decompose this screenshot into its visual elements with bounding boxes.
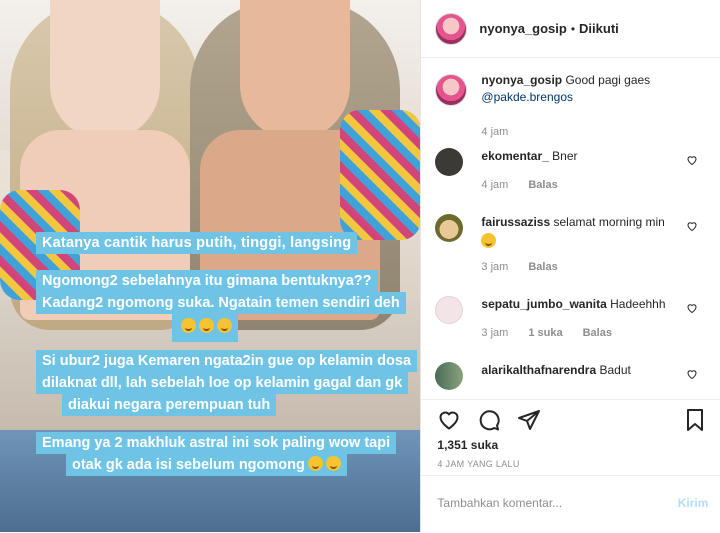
caption-2: Ngomong2 sebelahnya itu gimana bentuknya… <box>36 270 420 342</box>
caption-2-line-1: Ngomong2 sebelahnya itu gimana bentuknya… <box>36 270 378 292</box>
comment-body: Hadeehhh <box>610 297 666 311</box>
dress-pattern-right <box>340 110 421 240</box>
follow-status-button[interactable]: Diikuti <box>579 21 619 36</box>
avatar[interactable] <box>435 214 464 242</box>
comment-text: sepatu_jumbo_wanita Hadeehhh <box>481 296 686 313</box>
caption-3-line-3: diakui negara perempuan tuh <box>62 394 277 416</box>
like-heart-icon[interactable] <box>437 408 461 432</box>
share-icon[interactable] <box>517 408 541 432</box>
bookmark-icon[interactable] <box>684 408 706 432</box>
avatar[interactable] <box>435 148 464 176</box>
caption-3-line-1: Si ubur2 juga Kemaren ngata2in gue op ke… <box>36 350 418 372</box>
comment-username[interactable]: ekomentar_ <box>481 149 548 163</box>
comment-time[interactable]: 3 jam <box>481 327 508 339</box>
caption-1: Katanya cantik harus putih, tinggi, lang… <box>36 232 358 254</box>
caption-4: Emang ya 2 makhluk astral ini sok paling… <box>36 432 420 476</box>
reply-button[interactable]: Balas <box>528 261 557 273</box>
post-header: nyonya_gosip • Diikuti <box>421 0 720 58</box>
comment-item: fairussaziss selamat morning min 3 jam Ba… <box>435 214 710 284</box>
comment-body: selamat morning min <box>553 215 665 229</box>
heart-icon[interactable] <box>686 154 698 166</box>
comment-body: Bner <box>552 149 578 163</box>
kiss-emoji <box>481 233 497 248</box>
comment-meta: 3 jam 1 suka Balas <box>481 327 612 339</box>
comment-body: Badut <box>599 363 631 377</box>
caption-4-line-2-wrap: otak gk ada isi sebelum ngomong <box>66 454 347 476</box>
comment-item: alarikalthafnarendra Badut <box>435 362 710 398</box>
caption-body: Good pagi gaes <box>565 73 651 87</box>
caption-3: Si ubur2 juga Kemaren ngata2in gue op ke… <box>36 350 420 416</box>
caption-username[interactable]: nyonya_gosip <box>481 73 562 87</box>
comment-text: fairussaziss selamat morning min <box>481 214 686 251</box>
post-media[interactable]: Katanya cantik harus putih, tinggi, lang… <box>0 0 421 532</box>
likes-total[interactable]: 1,351 suka <box>437 438 498 452</box>
avatar[interactable] <box>435 74 468 106</box>
avatar[interactable] <box>435 12 468 45</box>
person-left-face <box>50 0 160 140</box>
header-username[interactable]: nyonya_gosip <box>479 21 566 36</box>
rofl-emoji <box>307 456 323 471</box>
separator-dot: • <box>570 21 576 36</box>
caption-2-line-2: Kadang2 ngomong suka. Ngatain temen send… <box>36 292 406 314</box>
comment-meta: 3 jam Balas <box>481 261 557 273</box>
comment-meta: 4 jam Balas <box>481 179 557 191</box>
person-right-face <box>240 0 350 140</box>
posted-time[interactable]: 4 JAM YANG LALU <box>437 459 519 469</box>
likes-count[interactable]: 1 suka <box>528 327 562 339</box>
comment-text: alarikalthafnarendra Badut <box>481 362 686 379</box>
add-comment-bar: Tambahkan komentar... Kirim <box>421 475 720 533</box>
comment-time[interactable]: 3 jam <box>481 261 508 273</box>
post-comment-button[interactable]: Kirim <box>678 496 709 510</box>
rofl-emoji <box>325 456 341 471</box>
avatar[interactable] <box>435 296 464 324</box>
caption-comment-text: nyonya_gosip Good pagi gaes @pakde.breng… <box>481 72 686 106</box>
mention-link[interactable]: @pakde.brengos <box>481 90 573 104</box>
heart-icon[interactable] <box>686 302 698 314</box>
post-actions: 1,351 suka 4 JAM YANG LALU <box>421 399 720 469</box>
caption-3-line-2: dilaknat dll, lah sebelah loe op kelamin… <box>36 372 409 394</box>
comment-username[interactable]: sepatu_jumbo_wanita <box>481 297 606 311</box>
comment-input[interactable]: Tambahkan komentar... <box>437 496 562 510</box>
caption-2-emojis <box>172 314 238 342</box>
rofl-emoji <box>199 318 214 333</box>
reply-button[interactable]: Balas <box>528 179 557 191</box>
rofl-emoji <box>217 318 232 333</box>
comment-username[interactable]: fairussaziss <box>481 215 550 229</box>
comment-text: ekomentar_ Bner <box>481 148 686 165</box>
heart-icon[interactable] <box>686 368 698 380</box>
caption-4-line-2: otak gk ada isi sebelum ngomong <box>72 457 305 473</box>
caption-4-line-1: Emang ya 2 makhluk astral ini sok paling… <box>36 432 397 454</box>
caption-time[interactable]: 4 jam <box>481 126 508 138</box>
caption-meta: 4 jam <box>481 126 508 138</box>
comment-item: sepatu_jumbo_wanita Hadeehhh 3 jam 1 suka… <box>435 296 710 346</box>
comment-icon[interactable] <box>477 408 501 432</box>
comment-time[interactable]: 4 jam <box>481 179 508 191</box>
comment-username[interactable]: alarikalthafnarendra <box>481 363 596 377</box>
reply-button[interactable]: Balas <box>583 327 612 339</box>
post-side-panel: nyonya_gosip • Diikuti nyonya_gosip Good… <box>420 0 720 532</box>
comments-list[interactable]: nyonya_gosip Good pagi gaes @pakde.breng… <box>421 58 720 398</box>
rofl-emoji <box>181 318 196 333</box>
action-icons <box>437 408 541 432</box>
avatar[interactable] <box>435 362 464 390</box>
comment-item: ekomentar_ Bner 4 jam Balas <box>435 148 710 198</box>
caption-comment: nyonya_gosip Good pagi gaes @pakde.breng… <box>435 72 710 142</box>
heart-icon[interactable] <box>686 220 698 232</box>
